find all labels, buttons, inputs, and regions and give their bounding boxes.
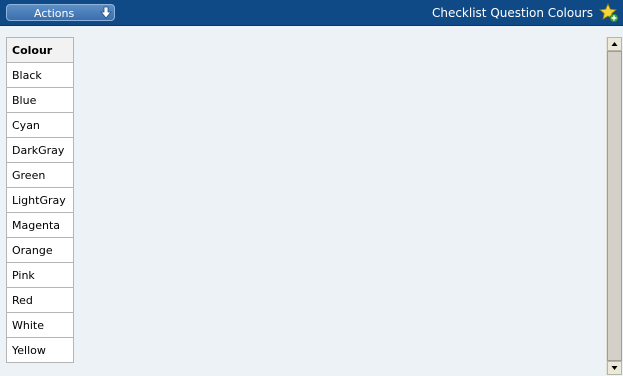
page-title: Checklist Question Colours (431, 6, 593, 20)
colour-cell[interactable]: White (6, 312, 74, 338)
top-toolbar: Actions Checklist Question Colours (0, 0, 623, 26)
table-row[interactable]: Cyan (6, 112, 74, 138)
table-row[interactable]: Black (6, 62, 74, 88)
actions-button[interactable]: Actions (6, 4, 115, 21)
table-row[interactable]: Green (6, 162, 74, 188)
table-row[interactable]: Magenta (6, 212, 74, 238)
colour-cell[interactable]: Magenta (6, 212, 74, 238)
colour-table: Colour Black Blue Cyan DarkGray Green LightGr… (6, 37, 74, 363)
table-row[interactable]: Pink (6, 262, 74, 288)
colour-cell[interactable]: Green (6, 162, 74, 188)
table-row[interactable]: Yellow (6, 337, 74, 363)
vertical-scrollbar[interactable] (606, 37, 622, 375)
table-row[interactable]: White (6, 312, 74, 338)
colour-cell[interactable]: DarkGray (6, 137, 74, 163)
column-header-colour[interactable]: Colour (6, 37, 74, 63)
colour-cell[interactable]: Blue (6, 87, 74, 113)
colour-cell[interactable]: Cyan (6, 112, 74, 138)
table-row[interactable]: Red (6, 287, 74, 313)
actions-button-label: Actions (34, 7, 75, 20)
scroll-down-arrow-icon (611, 366, 618, 370)
scrollbar-thumb[interactable] (607, 51, 622, 361)
arrow-down-icon (100, 6, 112, 19)
colour-cell[interactable]: Pink (6, 262, 74, 288)
table-row[interactable]: Orange (6, 237, 74, 263)
table-row[interactable]: DarkGray (6, 137, 74, 163)
colour-cell[interactable]: Yellow (6, 337, 74, 363)
scroll-up-arrow-icon (611, 42, 618, 46)
table-row[interactable]: Blue (6, 87, 74, 113)
colour-cell[interactable]: Red (6, 287, 74, 313)
colour-cell[interactable]: Black (6, 62, 74, 88)
scroll-up-button[interactable] (607, 37, 622, 51)
scroll-down-button[interactable] (607, 361, 622, 375)
colour-cell[interactable]: LightGray (6, 187, 74, 213)
table-row[interactable]: LightGray (6, 187, 74, 213)
colour-cell[interactable]: Orange (6, 237, 74, 263)
star-add-icon[interactable] (599, 3, 619, 23)
